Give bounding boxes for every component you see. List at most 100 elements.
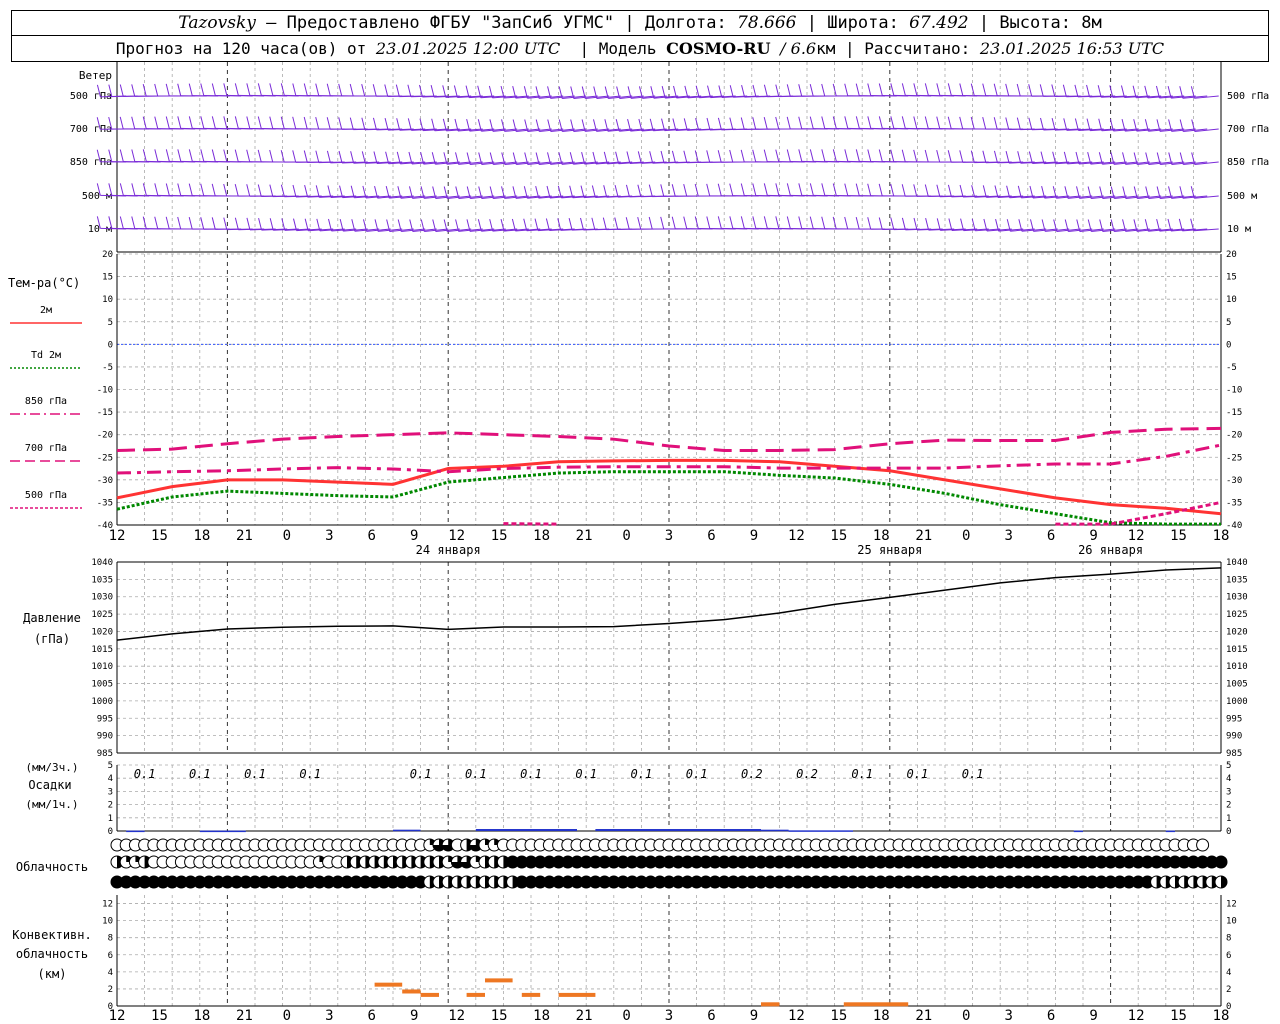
y-tick-label: -30 bbox=[1226, 476, 1242, 486]
precip-3h-label: 0.1 bbox=[299, 767, 321, 781]
wind-barb-feather bbox=[913, 184, 918, 197]
wind-level-label: 500 м bbox=[1227, 191, 1257, 202]
wind-barb-feather bbox=[177, 83, 182, 96]
y-tick-label: -30 bbox=[97, 476, 113, 486]
hour-tick-label: 15 bbox=[1170, 528, 1187, 544]
wind-barb-feather bbox=[223, 116, 228, 129]
wind-barb-feather bbox=[177, 116, 182, 129]
wind-barb-feather bbox=[269, 116, 274, 129]
wind-barb-feather bbox=[740, 183, 745, 196]
y-tick-label: 0 bbox=[1226, 340, 1231, 350]
y-tick-label: -10 bbox=[1226, 386, 1242, 396]
hour-tick-label: 6 bbox=[1047, 528, 1055, 544]
y-tick-label: 4 bbox=[1226, 774, 1231, 784]
y-tick-label: 3 bbox=[1226, 787, 1231, 797]
precip-title-bottom: (мм/1ч.) bbox=[26, 798, 79, 811]
hour-tick-label: 9 bbox=[1089, 1008, 1097, 1024]
hour-tick-label: 6 bbox=[707, 528, 715, 544]
temp-title: Тем-ра(°C) bbox=[8, 276, 80, 290]
wind-barb-feather bbox=[763, 117, 768, 130]
wind-barb-feather bbox=[349, 117, 354, 130]
wind-barb-feather bbox=[211, 83, 216, 96]
wind-barb-feather bbox=[625, 184, 630, 198]
wind-barb-feather bbox=[660, 184, 665, 197]
wind-barb-feather bbox=[257, 149, 262, 163]
wind-barb-feather bbox=[982, 83, 987, 96]
wind-barb-feather bbox=[304, 185, 309, 198]
wind-barb-feather bbox=[154, 116, 159, 129]
wind-barb-feather bbox=[395, 84, 400, 97]
wind-barb-feather bbox=[809, 183, 814, 196]
wind-barb-feather bbox=[878, 116, 883, 129]
precip-bar bbox=[126, 830, 145, 833]
wind-barb-feather bbox=[234, 184, 239, 197]
wind-barb-feather bbox=[775, 116, 780, 130]
wind-barb-feather bbox=[602, 217, 607, 230]
wind-level-label: 500 гПа bbox=[1227, 91, 1269, 102]
wind-barb-feather bbox=[407, 118, 412, 131]
precip-3h-label: 0.1 bbox=[851, 767, 873, 781]
y-tick-label: 1010 bbox=[91, 662, 113, 672]
y-tick-label: 1020 bbox=[1226, 627, 1248, 637]
wind-barb-feather bbox=[200, 116, 205, 129]
y-tick-label: 995 bbox=[1226, 714, 1242, 724]
wind-barb-feather bbox=[982, 150, 987, 163]
wind-barb-feather bbox=[993, 150, 998, 164]
wind-barb-feather bbox=[890, 149, 895, 162]
wind-barb-feather bbox=[683, 118, 688, 131]
wind-barb-feather bbox=[648, 216, 653, 230]
y-tick-label: -25 bbox=[1226, 453, 1242, 463]
wind-barb-feather bbox=[1051, 84, 1056, 97]
wind-barb-feather bbox=[821, 149, 826, 162]
wind-barb-feather bbox=[890, 83, 895, 96]
wind-barb-feather bbox=[119, 183, 124, 196]
wind-barb-feather bbox=[131, 84, 136, 97]
wind-barb-feather bbox=[959, 83, 964, 96]
conv-cloud-bar bbox=[558, 992, 577, 997]
y-tick-label: -15 bbox=[1226, 408, 1242, 418]
wind-barb-feather bbox=[430, 85, 435, 98]
hour-tick-label: 3 bbox=[325, 1008, 333, 1024]
wind-barb-feather bbox=[545, 218, 550, 231]
wind-barb-feather bbox=[936, 83, 941, 96]
cloud-symbol-fill bbox=[1221, 876, 1227, 888]
cloud-row bbox=[110, 875, 1228, 889]
conv-cloud-bar bbox=[761, 1002, 780, 1007]
cloud-symbol bbox=[1196, 838, 1210, 852]
precip-bar bbox=[475, 829, 577, 831]
wind-barb-feather bbox=[349, 83, 354, 97]
hour-tick-label: 0 bbox=[283, 1008, 291, 1024]
precip-3h-label: 0.1 bbox=[244, 767, 266, 781]
wind-barb-feather bbox=[901, 217, 906, 230]
wind-barb-feather bbox=[936, 218, 941, 231]
wind-barb-feather bbox=[832, 183, 837, 196]
wind-barb-feather bbox=[246, 83, 251, 96]
y-tick-label: 12 bbox=[1226, 900, 1237, 910]
wind-barb-feather bbox=[901, 116, 906, 129]
wind-barb-feather bbox=[591, 217, 596, 230]
pressure-unit: (гПа) bbox=[34, 632, 70, 646]
conv-cloud-bar bbox=[485, 978, 513, 983]
cloud-row bbox=[110, 855, 1228, 869]
wind-barb-feather bbox=[211, 217, 216, 230]
conv-cloud-bar bbox=[374, 982, 403, 987]
hour-tick-label: 21 bbox=[576, 528, 593, 544]
wind-barb-feather bbox=[752, 183, 757, 196]
wind-barb-feather bbox=[1017, 151, 1022, 164]
hour-tick-label: 3 bbox=[1004, 528, 1012, 544]
wind-barb-feather bbox=[131, 216, 136, 229]
conv-cloud-bar bbox=[577, 992, 596, 997]
wind-barb-feather bbox=[752, 117, 757, 130]
hour-tick-label: 9 bbox=[750, 528, 758, 544]
wind-barb-feather bbox=[901, 83, 906, 96]
wind-barb-feather bbox=[890, 116, 895, 129]
wind-barb-feather bbox=[396, 118, 401, 131]
wind-barb-feather bbox=[878, 149, 883, 162]
wind-barb-feather bbox=[1028, 151, 1033, 164]
wind-barb-feather bbox=[211, 116, 216, 129]
hour-tick-label: 12 bbox=[788, 528, 805, 544]
wind-barb-feather bbox=[269, 83, 274, 96]
wind-barb-feather bbox=[234, 149, 239, 162]
wind-barb-feather bbox=[878, 217, 883, 230]
wind-barb-feather bbox=[315, 83, 320, 96]
